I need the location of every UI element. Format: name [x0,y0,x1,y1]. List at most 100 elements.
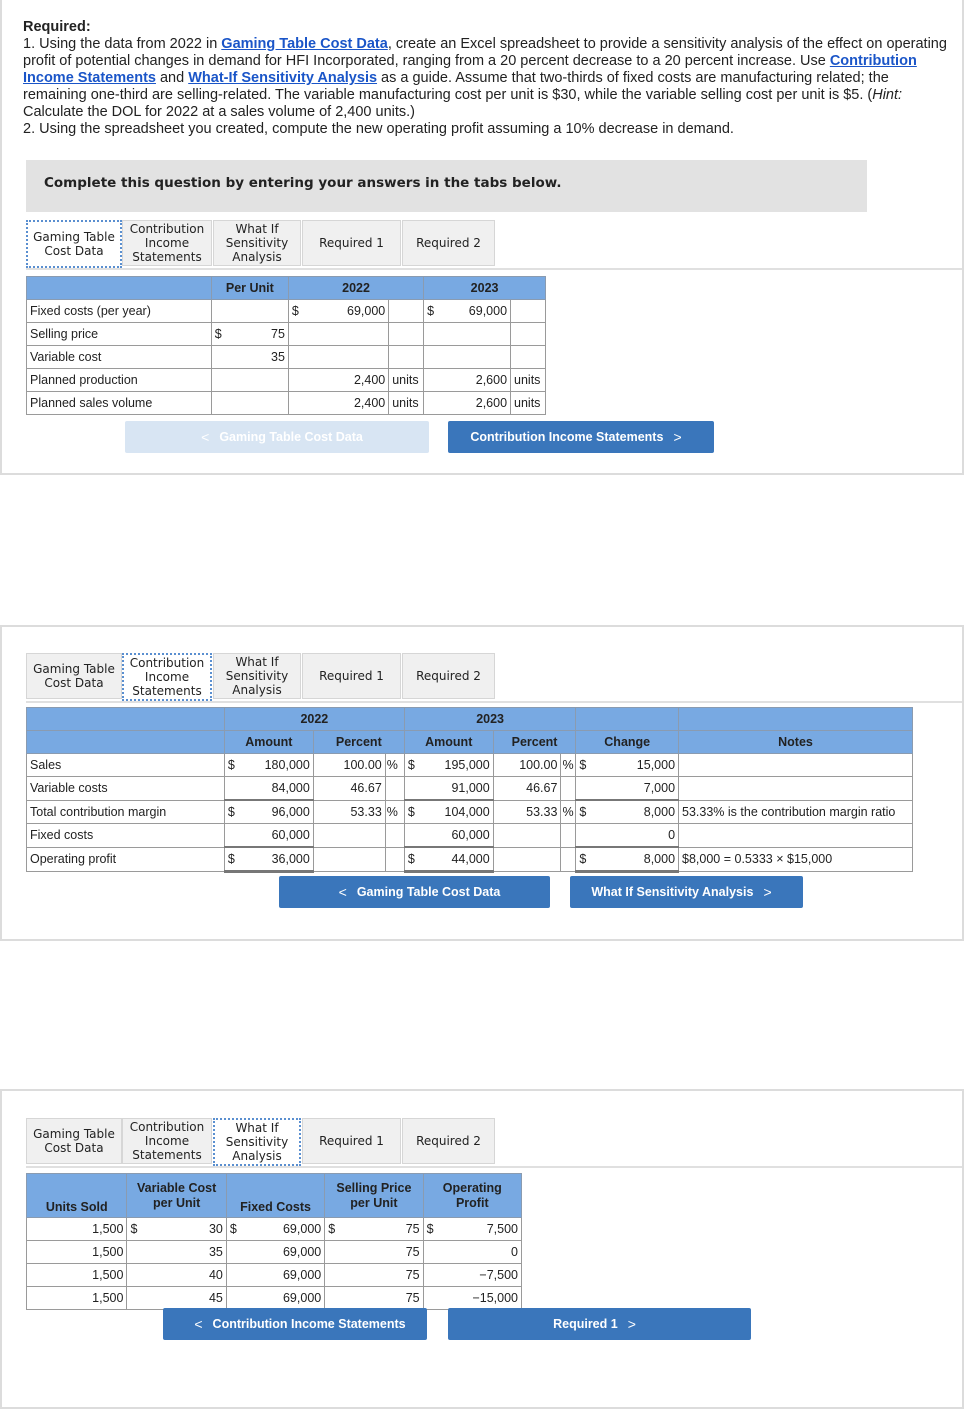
change-amount: 15,000 [599,753,680,777]
tab-required-1[interactable]: Required 1 [302,653,401,699]
2022-currency [223,823,248,848]
row-label: Fixed costs [26,823,225,848]
question-panel-2: Gaming Table Cost Data Contribution Inco… [0,625,964,941]
tab-required-1[interactable]: Required 1 [302,1118,401,1164]
link-what-if-sensitivity-analysis[interactable]: What-If Sensitivity Analysis [188,70,377,86]
col-operating-profit: Operating Profit [422,1173,523,1218]
per-unit-value: 35 [231,345,289,369]
note [678,823,913,848]
tab-bar: Gaming Table Cost Data Contribution Inco… [26,220,962,270]
operating-profit-currency: $ [422,1217,446,1241]
col-fixed-costs: Fixed Costs [225,1173,326,1218]
note: 53.33% is the contribution margin ratio [678,799,913,824]
per-unit-currency [210,368,232,392]
next-button[interactable]: What If Sensitivity Analysis > [570,876,803,908]
tab-required-2[interactable]: Required 2 [402,1118,495,1164]
chevron-left-icon: < [338,884,347,900]
tab-contribution-income-statements[interactable]: Contribution Income Statements [122,220,212,266]
col-variable-cost-per-unit: Variable Cost per Unit [126,1173,227,1218]
selling-price: 75 [347,1217,424,1241]
fixed-costs-currency [225,1263,250,1287]
tab-gaming-table-cost-data[interactable]: Gaming Table Cost Data [26,220,122,268]
col-selling-price-per-unit: Selling Price per Unit [324,1173,424,1218]
col-2022: 2022 [223,707,405,731]
tab-contribution-income-statements[interactable]: Contribution Income Statements [122,653,212,701]
2022-currency [223,776,248,801]
tab-required-2[interactable]: Required 2 [402,653,495,699]
2023-percent: 100.00 [492,753,562,777]
tab-what-if-sensitivity-analysis[interactable]: What If Sensitivity Analysis [213,220,301,266]
2023-currency [423,322,444,346]
next-button[interactable]: Contribution Income Statements > [448,421,714,453]
table-row: Variable costs 84,000 46.67 91,000 46.67 7,00… [26,776,913,801]
2023-currency [403,823,428,848]
what-if-sensitivity-table: Units Sold Variable Cost per Unit Fixed … [25,1173,523,1310]
tab-gaming-table-cost-data[interactable]: Gaming Table Cost Data [26,1118,122,1164]
question-panel-1: Required: 1. Using the data from 2022 in… [0,0,964,475]
2023-percent-symbol: % [560,753,577,777]
link-gaming-table-cost-data[interactable]: Gaming Table Cost Data [221,36,388,52]
tab-gaming-table-cost-data[interactable]: Gaming Table Cost Data [26,653,122,699]
2022-percent: 53.33 [312,799,386,824]
2023-value [443,345,512,369]
2022-percent-symbol [384,846,405,872]
2023-amount: 91,000 [427,776,494,801]
2023-percent-symbol: % [560,799,577,824]
header-row-columns: Amount Percent Amount Percent Change Not… [26,730,913,754]
2022-amount: 180,000 [247,753,314,777]
tab-contribution-income-statements[interactable]: Contribution Income Statements [122,1118,212,1164]
instructions-heading: Required: [23,19,91,35]
tab-what-if-sensitivity-analysis[interactable]: What If Sensitivity Analysis [213,653,301,699]
2023-amount: 104,000 [427,799,494,824]
col-units-sold: Units Sold [25,1173,128,1218]
2022-unit: units [388,391,425,415]
fixed-costs: 69,000 [249,1217,326,1241]
variable-cost: 40 [149,1263,227,1287]
tab-required-2[interactable]: Required 2 [402,220,495,266]
2022-percent [312,846,386,872]
row-label: Operating profit [26,846,225,872]
instructions: Required: 1. Using the data from 2022 in… [23,19,948,138]
change-currency: $ [575,846,600,873]
2022-percent [312,823,386,848]
col-change: Change [575,730,680,754]
col-2023-amount: Amount [403,730,494,754]
2022-amount: 96,000 [247,799,314,824]
note: $8,000 = 0.5333 × $15,000 [678,846,913,872]
fixed-costs: 69,000 [249,1240,326,1264]
2023-currency: $ [403,799,428,824]
variable-cost: 35 [149,1240,227,1264]
instructions-part-2: 2. Using the spreadsheet you created, co… [23,121,734,137]
change-amount: 7,000 [599,776,680,801]
2023-currency [403,776,428,801]
change-amount: 8,000 [599,846,680,873]
tab-required-1[interactable]: Required 1 [302,220,401,266]
selling-price-currency [324,1240,348,1264]
2022-percent: 46.67 [312,776,386,801]
header-row: Per Unit 2022 2023 [26,276,546,300]
operating-profit: 7,500 [445,1217,522,1241]
2023-amount: 44,000 [427,846,494,873]
per-unit-currency: $ [210,322,232,346]
variable-cost-currency [126,1263,150,1287]
header-row: Units Sold Variable Cost per Unit Fixed … [25,1173,523,1218]
prev-button[interactable]: < Gaming Table Cost Data [125,421,429,453]
change-currency [575,823,600,848]
chevron-left-icon: < [201,429,210,445]
per-unit-value [231,299,289,323]
col-2023-percent: Percent [492,730,577,754]
selling-price-currency [324,1263,348,1287]
row-label: Variable costs [26,776,225,801]
prev-button[interactable]: < Contribution Income Statements [163,1308,427,1340]
2023-value: 2,600 [443,391,512,415]
selling-price-currency [324,1286,348,1310]
2022-unit [388,299,425,323]
row-label: Sales [26,753,225,777]
operating-profit: −7,500 [445,1263,522,1287]
table-row: 1,500 40 69,000 75 −7,500 [25,1263,522,1287]
prev-button[interactable]: < Gaming Table Cost Data [279,876,550,908]
operating-profit-currency [422,1263,446,1287]
tab-what-if-sensitivity-analysis[interactable]: What If Sensitivity Analysis [213,1118,301,1166]
selling-price: 75 [347,1240,424,1264]
next-button[interactable]: Required 1 > [448,1308,751,1340]
